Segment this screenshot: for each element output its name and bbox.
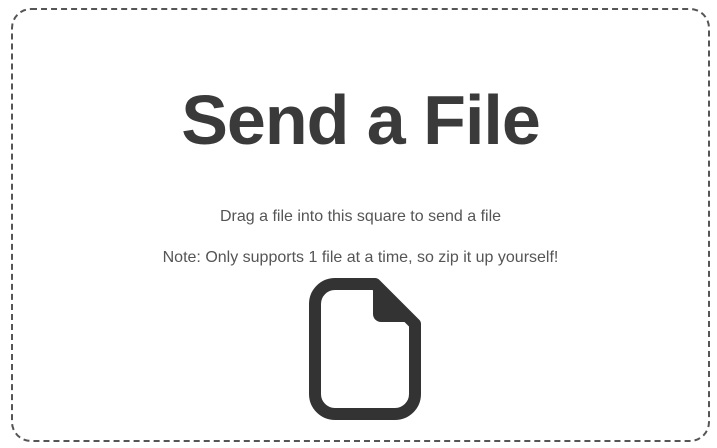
drag-instruction: Drag a file into this square to send a f…	[219, 208, 502, 225]
file-icon	[309, 278, 421, 420]
page-title: Send a File	[181, 81, 541, 159]
file-dropzone[interactable]: Send a File Drag a file into this square…	[11, 8, 710, 442]
single-file-note: Note: Only supports 1 file at a time, so…	[162, 249, 559, 266]
